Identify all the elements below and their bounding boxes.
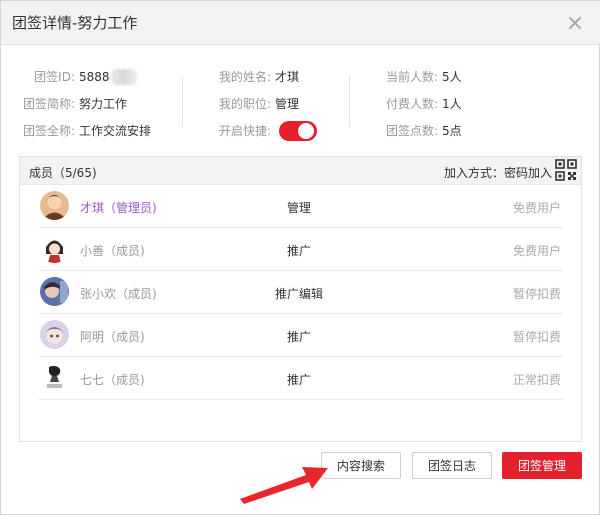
paid-count-row: 付费人数: 1人 [386,90,462,117]
group-full-name-value: 工作交流安排 [79,124,152,138]
paid-count-label: 付费人数: [386,97,439,111]
group-id-value: 5888 [79,69,110,84]
member-name: 才琪（管理员) [80,201,157,215]
group-full-name-row: 团签全称: 工作交流安排 [23,117,151,144]
members-header: 成员（5/65) 加入方式：密码加入 [20,157,581,185]
group-log-button[interactable]: 团签日志 [412,452,492,479]
members-title: 成员（5/65) [29,166,97,180]
member-role: 推广 [286,244,311,258]
points-value: 5点 [442,124,462,138]
member-row[interactable]: 小善（成员) 推广 免费用户 [39,228,563,271]
group-id-row: 团签ID: 5888 [23,63,151,90]
member-row[interactable]: 才琪（管理员) 管理 免费用户 [39,185,563,228]
member-role: 管理 [286,201,311,215]
dialog-titlebar: 团签详情-努力工作 [1,1,600,45]
member-status: 免费用户 [512,244,561,258]
paid-count-value: 1人 [442,97,462,111]
member-role: 推广编辑 [274,287,323,301]
group-full-name-label: 团签全称: [23,124,76,138]
divider [349,75,350,127]
group-short-name-value: 努力工作 [79,97,128,111]
redacted-blur [110,68,137,85]
member-status: 免费用户 [512,201,561,215]
group-short-name-row: 团签简称: 努力工作 [23,90,151,117]
qr-code-icon[interactable] [555,159,577,181]
divider [182,75,183,127]
member-status: 暂停扣费 [512,287,561,301]
my-position-label: 我的职位: [219,97,272,111]
group-short-name-label: 团签简称: [23,97,76,111]
shortcut-toggle[interactable] [279,120,317,141]
info-column-me: 我的姓名: 才琪 我的职位: 管理 开启快捷: [219,63,317,144]
group-id-label: 团签ID: [34,70,75,84]
shortcut-label: 开启快捷: [219,124,272,138]
current-count-label: 当前人数: [386,70,439,84]
info-column-stats: 当前人数: 5人 付费人数: 1人 团签点数: 5点 [386,63,462,144]
dialog-title: 团签详情-努力工作 [12,14,138,32]
member-row[interactable]: 阿明（成员) 推广 暂停扣费 [39,314,563,357]
current-count-row: 当前人数: 5人 [386,63,462,90]
avatar [40,191,69,220]
member-name: 张小欢（成员) [80,287,157,301]
group-manage-button[interactable]: 团签管理 [502,452,582,479]
annotation-arrow-icon [240,467,328,504]
my-position-value: 管理 [275,97,300,111]
group-detail-dialog: 团签详情-努力工作 团签ID: 5888 团签简称: 努力工作 团签全称: 工作… [0,0,600,515]
member-name: 七七（成员) [80,373,145,387]
member-role: 推广 [286,330,311,344]
info-column-group: 团签ID: 5888 团签简称: 努力工作 团签全称: 工作交流安排 [23,63,151,144]
my-name-value: 才琪 [275,70,300,84]
avatar [40,363,69,392]
member-row[interactable]: 张小欢（成员) 推广编辑 暂停扣费 [39,271,563,314]
my-name-row: 我的姓名: 才琪 [219,63,317,90]
member-name: 阿明（成员) [80,330,145,344]
current-count-value: 5人 [442,70,462,84]
points-row: 团签点数: 5点 [386,117,462,144]
join-method: 加入方式：密码加入 [444,166,553,180]
shortcut-row: 开启快捷: [219,117,317,144]
avatar [40,234,69,263]
member-row[interactable]: 七七（成员) 推广 正常扣费 [39,357,563,400]
avatar [40,277,69,306]
my-name-label: 我的姓名: [219,70,272,84]
my-position-row: 我的职位: 管理 [219,90,317,117]
points-label: 团签点数: [386,124,439,138]
avatar [40,320,69,349]
member-status: 暂停扣费 [512,330,561,344]
close-icon[interactable] [565,13,585,33]
member-status: 正常扣费 [512,373,561,387]
toggle-knob [298,122,314,139]
member-role: 推广 [286,373,311,387]
members-panel: 成员（5/65) 加入方式：密码加入 才琪（管理员) 管理 免费用户 小善（成员… [19,156,582,442]
member-name: 小善（成员) [80,244,145,258]
